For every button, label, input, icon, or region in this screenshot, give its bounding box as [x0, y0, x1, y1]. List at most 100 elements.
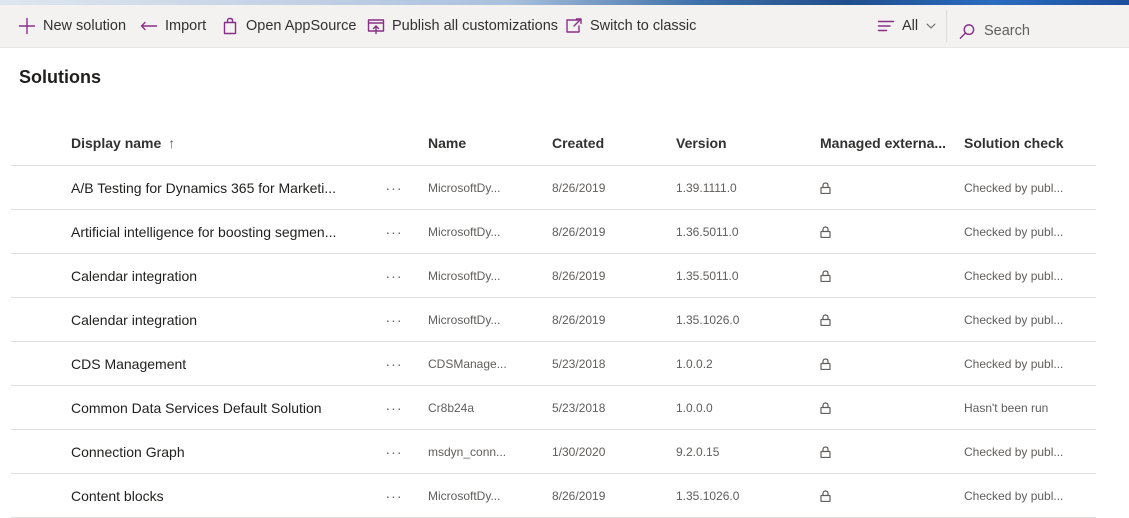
row-more-options-button[interactable]: ··· — [381, 210, 407, 253]
row-version: 1.35.1026.0 — [676, 312, 740, 327]
row-created: 8/26/2019 — [552, 488, 606, 503]
command-bar: New solution Import Open AppSource Publi… — [0, 5, 1129, 48]
row-solution-check: Checked by publ... — [964, 224, 1064, 239]
column-header-version[interactable]: Version — [676, 121, 796, 165]
row-version: 1.35.5011.0 — [676, 268, 739, 283]
row-display-name[interactable]: A/B Testing for Dynamics 365 for Marketi… — [71, 166, 371, 209]
table-row[interactable]: Calendar integration ··· MicrosoftDy... 8/2… — [11, 298, 1096, 342]
row-version: 1.36.5011.0 — [676, 224, 739, 239]
sort-ascending-icon: ↑ — [168, 135, 176, 151]
lock-icon — [820, 313, 831, 326]
row-managed-externally — [820, 298, 950, 341]
chevron-down-icon — [926, 23, 936, 29]
table-row[interactable]: CDS Management ··· CDSManage... 5/23/2018 1.… — [11, 342, 1096, 386]
lock-icon — [820, 225, 831, 238]
row-more-options-button[interactable]: ··· — [381, 342, 407, 385]
column-header-display-name[interactable]: Display name ↑ — [71, 121, 371, 165]
row-display-name[interactable]: Content blocks — [71, 474, 371, 517]
switch-classic-label: Switch to classic — [590, 18, 697, 34]
row-managed-externally — [820, 430, 950, 473]
filter-dropdown[interactable]: All — [877, 5, 937, 47]
table-row[interactable]: Calendar integration ··· MicrosoftDy... 8/2… — [11, 254, 1096, 298]
row-solution-check: Checked by publ... — [964, 444, 1064, 459]
lock-icon — [820, 445, 831, 458]
open-appsource-label: Open AppSource — [246, 18, 357, 34]
row-created: 5/23/2018 — [552, 356, 606, 371]
row-more-options-button[interactable]: ··· — [381, 430, 407, 473]
row-solution-check: Checked by publ... — [964, 356, 1064, 371]
new-solution-label: New solution — [43, 18, 127, 34]
row-version: 1.0.0.0 — [676, 400, 713, 415]
row-more-options-button[interactable]: ··· — [381, 474, 407, 517]
publish-icon — [367, 19, 385, 35]
row-created: 8/26/2019 — [552, 268, 606, 283]
row-more-options-button[interactable]: ··· — [381, 254, 407, 297]
lock-icon — [820, 489, 831, 502]
row-display-name[interactable]: Artificial intelligence for boosting seg… — [71, 210, 371, 253]
row-created: 5/23/2018 — [552, 400, 606, 415]
column-header-solution-check[interactable]: Solution check — [964, 121, 1092, 165]
row-display-name[interactable]: Calendar integration — [71, 298, 371, 341]
lock-icon — [820, 401, 831, 414]
grid-body: A/B Testing for Dynamics 365 for Marketi… — [11, 166, 1096, 518]
search-placeholder: Search — [984, 23, 1030, 39]
import-icon — [140, 21, 158, 31]
filter-label: All — [902, 18, 919, 34]
new-solution-button[interactable]: New solution — [18, 5, 126, 47]
column-header-created[interactable]: Created — [552, 121, 652, 165]
table-row[interactable]: Connection Graph ··· msdyn_conn... 1/30/202… — [11, 430, 1096, 474]
row-more-options-button[interactable]: ··· — [381, 298, 407, 341]
row-display-name[interactable]: Common Data Services Default Solution — [71, 386, 371, 429]
row-created: 1/30/2020 — [552, 444, 606, 459]
switch-classic-icon — [566, 18, 582, 33]
row-display-name[interactable]: CDS Management — [71, 342, 371, 385]
grid-header-row: Display name ↑ Name Created Version Mana… — [11, 121, 1096, 166]
lock-icon — [820, 357, 831, 370]
publish-all-button[interactable]: Publish all customizations — [367, 5, 558, 47]
row-version: 1.0.0.2 — [676, 356, 713, 371]
row-version: 9.2.0.15 — [676, 444, 720, 459]
row-managed-externally — [820, 342, 950, 385]
row-solution-check: Checked by publ... — [964, 312, 1064, 327]
page-title: Solutions — [19, 67, 101, 87]
plus-icon — [18, 17, 36, 35]
row-display-name[interactable]: Calendar integration — [71, 254, 371, 297]
row-name: MicrosoftDy... — [428, 180, 501, 195]
open-appsource-button[interactable]: Open AppSource — [221, 5, 356, 47]
row-more-options-button[interactable]: ··· — [381, 386, 407, 429]
table-row[interactable]: A/B Testing for Dynamics 365 for Marketi… — [11, 166, 1096, 210]
publish-all-label: Publish all customizations — [392, 18, 559, 34]
lock-icon — [820, 269, 831, 282]
lock-icon — [820, 181, 831, 194]
row-created: 8/26/2019 — [552, 180, 606, 195]
row-version: 1.39.1111.0 — [676, 180, 737, 195]
search-input[interactable]: Search — [955, 10, 1129, 52]
row-managed-externally — [820, 254, 950, 297]
column-header-name[interactable]: Name — [428, 121, 528, 165]
row-name: MicrosoftDy... — [428, 224, 501, 239]
column-header-display-name-label: Display name — [71, 135, 162, 151]
row-managed-externally — [820, 386, 950, 429]
row-name: CDSManage... — [428, 356, 507, 371]
solutions-grid: Display name ↑ Name Created Version Mana… — [11, 121, 1096, 518]
column-header-managed-externally[interactable]: Managed externa... — [820, 121, 950, 165]
table-row[interactable]: Content blocks ··· MicrosoftDy... 8/26/2019… — [11, 474, 1096, 518]
row-managed-externally — [820, 166, 950, 209]
row-solution-check: Checked by publ... — [964, 488, 1064, 503]
appsource-bag-icon — [223, 17, 237, 35]
row-more-options-button[interactable]: ··· — [381, 166, 407, 209]
row-name: MicrosoftDy... — [428, 268, 501, 283]
row-name: Cr8b24a — [428, 400, 475, 415]
row-created: 8/26/2019 — [552, 224, 606, 239]
import-button[interactable]: Import — [140, 5, 206, 47]
row-created: 8/26/2019 — [552, 312, 606, 327]
row-name: MicrosoftDy... — [428, 312, 501, 327]
row-solution-check: Checked by publ... — [964, 268, 1064, 283]
table-row[interactable]: Artificial intelligence for boosting seg… — [11, 210, 1096, 254]
switch-classic-button[interactable]: Switch to classic — [565, 5, 696, 47]
search-icon — [959, 23, 975, 39]
table-row[interactable]: Common Data Services Default Solution ···… — [11, 386, 1096, 430]
row-managed-externally — [820, 210, 950, 253]
row-name: msdyn_conn... — [428, 444, 507, 459]
row-display-name[interactable]: Connection Graph — [71, 430, 371, 473]
